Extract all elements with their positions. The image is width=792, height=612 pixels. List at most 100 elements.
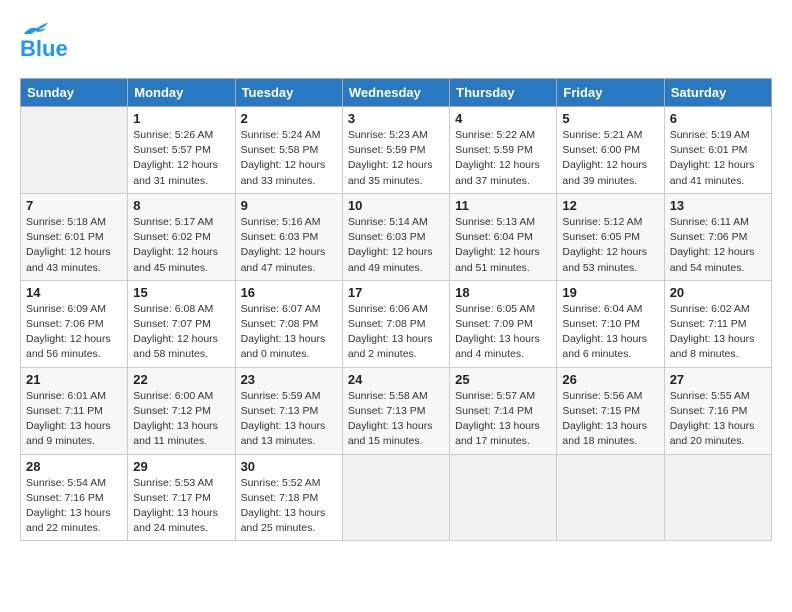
- day-info-line: Sunrise: 5:54 AM: [26, 477, 106, 489]
- day-info-line: Sunset: 7:17 PM: [133, 492, 211, 504]
- weekday-header-thursday: Thursday: [450, 79, 557, 107]
- day-info-line: Daylight: 12 hours: [670, 246, 755, 258]
- day-info-line: and 37 minutes.: [455, 175, 530, 187]
- day-info-line: Daylight: 13 hours: [26, 420, 111, 432]
- day-info-line: Sunrise: 5:57 AM: [455, 390, 535, 402]
- day-info-line: Daylight: 13 hours: [241, 333, 326, 345]
- day-info-line: Daylight: 13 hours: [133, 507, 218, 519]
- day-number: 6: [670, 111, 766, 126]
- day-content: Sunrise: 5:59 AMSunset: 7:13 PMDaylight:…: [241, 389, 337, 450]
- day-number: 2: [241, 111, 337, 126]
- day-content: Sunrise: 5:26 AMSunset: 5:57 PMDaylight:…: [133, 128, 229, 189]
- day-info-line: Sunset: 7:08 PM: [348, 318, 426, 330]
- day-number: 14: [26, 285, 122, 300]
- day-info-line: Daylight: 13 hours: [241, 420, 326, 432]
- calendar-cell: 19Sunrise: 6:04 AMSunset: 7:10 PMDayligh…: [557, 280, 664, 367]
- day-info-line: Daylight: 13 hours: [455, 420, 540, 432]
- calendar-cell: [664, 454, 771, 541]
- day-info-line: Sunrise: 5:55 AM: [670, 390, 750, 402]
- day-number: 24: [348, 372, 444, 387]
- calendar-cell: 25 Sunrise: 5:57 AM Sunset: 7:14 PM Dayligh…: [450, 367, 557, 454]
- day-content: Sunrise: 5:16 AMSunset: 6:03 PMDaylight:…: [241, 215, 337, 276]
- weekday-header-monday: Monday: [128, 79, 235, 107]
- day-number: 27: [670, 372, 766, 387]
- day-info-line: Sunset: 7:09 PM: [455, 318, 533, 330]
- day-info-line: and 13 minutes.: [241, 435, 316, 447]
- day-info-line: and 22 minutes.: [26, 522, 101, 534]
- day-number: 21: [26, 372, 122, 387]
- day-number: 30: [241, 459, 337, 474]
- day-content: Sunrise: 5:55 AMSunset: 7:16 PMDaylight:…: [670, 389, 766, 450]
- day-info-line: Sunset: 7:16 PM: [26, 492, 104, 504]
- day-info-line: Sunrise: 6:07 AM: [241, 303, 321, 315]
- weekday-header-row: SundayMondayTuesdayWednesdayThursdayFrid…: [21, 79, 772, 107]
- day-info-line: Daylight: 13 hours: [348, 420, 433, 432]
- calendar-cell: 1 Sunrise: 5:26 AMSunset: 5:57 PMDaylight…: [128, 107, 235, 194]
- day-number: 1: [133, 111, 229, 126]
- day-content: Sunrise: 5:22 AMSunset: 5:59 PMDaylight:…: [455, 128, 551, 189]
- day-number: 13: [670, 198, 766, 213]
- calendar-cell: 13Sunrise: 6:11 AMSunset: 7:06 PMDayligh…: [664, 193, 771, 280]
- day-info-line: and 56 minutes.: [26, 348, 101, 360]
- weekday-header-saturday: Saturday: [664, 79, 771, 107]
- day-info-line: Sunrise: 5:21 AM: [562, 129, 642, 141]
- calendar-cell: 18 Sunrise: 6:05 AMSunset: 7:09 PMDayligh…: [450, 280, 557, 367]
- day-info-line: Sunset: 7:10 PM: [562, 318, 640, 330]
- day-info-line: Sunrise: 6:01 AM: [26, 390, 106, 402]
- day-content: Sunrise: 5:13 AMSunset: 6:04 PMDaylight:…: [455, 215, 551, 276]
- day-content: Sunrise: 6:08 AMSunset: 7:07 PMDaylight:…: [133, 302, 229, 363]
- day-info-line: Sunrise: 6:02 AM: [670, 303, 750, 315]
- day-info-line: Sunset: 7:14 PM: [455, 405, 533, 417]
- day-number: 16: [241, 285, 337, 300]
- day-number: 17: [348, 285, 444, 300]
- day-info-line: Daylight: 13 hours: [562, 333, 647, 345]
- day-content: Sunrise: 5:54 AMSunset: 7:16 PMDaylight:…: [26, 476, 122, 537]
- day-info-line: Daylight: 12 hours: [26, 246, 111, 258]
- day-info-line: Sunrise: 6:11 AM: [670, 216, 749, 228]
- calendar-cell: 27 Sunrise: 5:55 AMSunset: 7:16 PMDayligh…: [664, 367, 771, 454]
- calendar-cell: 17 Sunrise: 6:06 AM Sunset: 7:08 PM Dayligh…: [342, 280, 449, 367]
- calendar-cell: 30Sunrise: 5:52 AMSunset: 7:18 PMDayligh…: [235, 454, 342, 541]
- day-info-line: Sunrise: 5:12 AM: [562, 216, 642, 228]
- day-number: 25: [455, 372, 551, 387]
- day-content: Sunrise: 5:56 AMSunset: 7:15 PMDaylight:…: [562, 389, 658, 450]
- day-info-line: Sunrise: 5:53 AM: [133, 477, 213, 489]
- day-info-line: Sunrise: 5:17 AM: [133, 216, 213, 228]
- day-number: 23: [241, 372, 337, 387]
- calendar-cell: 22Sunrise: 6:00 AMSunset: 7:12 PMDayligh…: [128, 367, 235, 454]
- day-info-line: and 54 minutes.: [670, 262, 745, 274]
- day-content: Sunrise: 6:05 AMSunset: 7:09 PMDaylight:…: [455, 302, 551, 363]
- day-info-line: Sunset: 6:04 PM: [455, 231, 533, 243]
- day-number: 20: [670, 285, 766, 300]
- day-info-line: Daylight: 12 hours: [348, 246, 433, 258]
- weekday-header-wednesday: Wednesday: [342, 79, 449, 107]
- calendar-cell: 4 Sunrise: 5:22 AMSunset: 5:59 PMDaylight…: [450, 107, 557, 194]
- day-info-line: Sunrise: 6:06 AM: [348, 303, 428, 315]
- day-info-line: Sunset: 7:11 PM: [26, 405, 103, 417]
- day-info-line: and 31 minutes.: [133, 175, 208, 187]
- day-info-line: Sunrise: 5:26 AM: [133, 129, 213, 141]
- day-info-line: and 15 minutes.: [348, 435, 423, 447]
- day-info-line: Daylight: 13 hours: [348, 333, 433, 345]
- day-info-line: Daylight: 13 hours: [670, 420, 755, 432]
- day-number: 7: [26, 198, 122, 213]
- day-info-line: and 41 minutes.: [670, 175, 745, 187]
- day-info-line: and 8 minutes.: [670, 348, 739, 360]
- day-info-line: Daylight: 12 hours: [241, 159, 326, 171]
- day-number: 4: [455, 111, 551, 126]
- day-number: 3: [348, 111, 444, 126]
- day-info-line: and 6 minutes.: [562, 348, 631, 360]
- calendar-week-row: 21 Sunrise: 6:01 AM Sunset: 7:11 PM Dayligh…: [21, 367, 772, 454]
- day-info-line: and 24 minutes.: [133, 522, 208, 534]
- day-info-line: Sunrise: 5:13 AM: [455, 216, 535, 228]
- day-content: Sunrise: 5:18 AMSunset: 6:01 PMDaylight:…: [26, 215, 122, 276]
- calendar-cell: [450, 454, 557, 541]
- calendar-week-row: 7 Sunrise: 5:18 AMSunset: 6:01 PMDaylight…: [21, 193, 772, 280]
- day-number: 18: [455, 285, 551, 300]
- day-info-line: Sunrise: 5:22 AM: [455, 129, 535, 141]
- day-info-line: Sunrise: 5:19 AM: [670, 129, 750, 141]
- day-content: Sunrise: 5:24 AMSunset: 5:58 PMDaylight:…: [241, 128, 337, 189]
- calendar-week-row: 1 Sunrise: 5:26 AMSunset: 5:57 PMDaylight…: [21, 107, 772, 194]
- page-header: Blue: [20, 20, 772, 62]
- day-number: 10: [348, 198, 444, 213]
